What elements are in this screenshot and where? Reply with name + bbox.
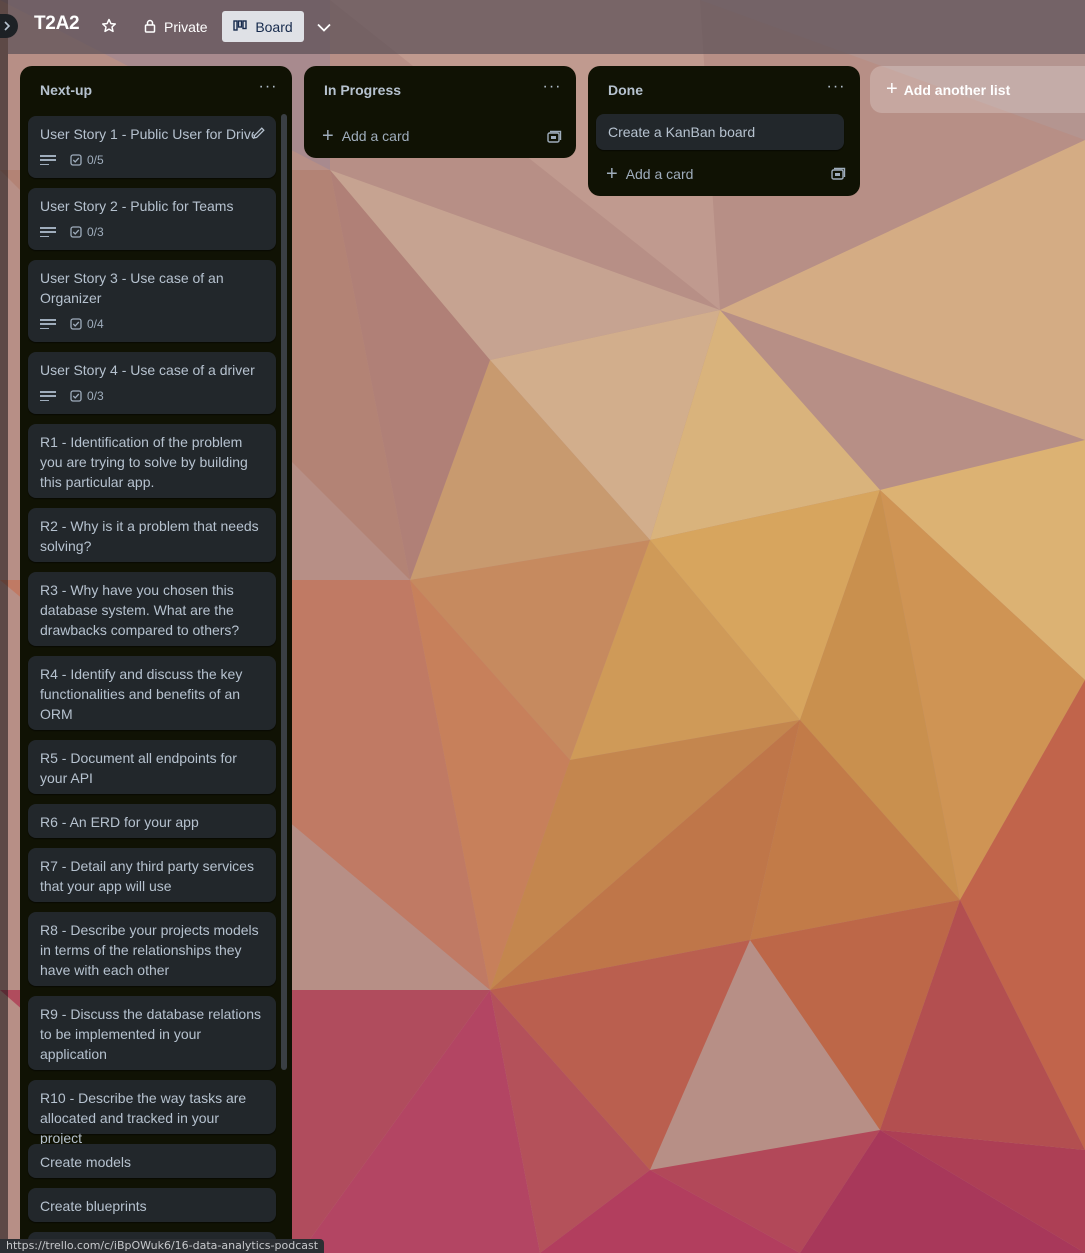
board-header: T2A2 Private Board [8, 0, 1085, 54]
board-view-button[interactable]: Board [222, 11, 304, 42]
add-card-label: Add a card [341, 128, 410, 144]
card[interactable]: User Story 1 - Public User for Drive 0/5 [28, 116, 276, 178]
board-view-label: Board [255, 18, 293, 35]
card-title: R2 - Why is it a problem that needs solv… [40, 518, 259, 554]
list-done: Done ··· Create a KanBan board + Add a c… [588, 66, 860, 196]
card-title: Create models [40, 1154, 132, 1170]
checklist-badge: 0/3 [70, 386, 104, 406]
card[interactable]: R9 - Discuss the database relations to b… [28, 996, 276, 1070]
visibility-button[interactable]: Private [134, 13, 218, 41]
card-badges: 0/4 [40, 314, 264, 334]
card-template-icon[interactable] [546, 129, 562, 145]
card-title: Create a KanBan board [608, 124, 756, 140]
card[interactable]: User Story 4 - Use case of a driver 0/3 [28, 352, 276, 414]
plus-icon: + [606, 163, 618, 185]
card-title: R5 - Document all endpoints for your API [40, 750, 237, 786]
card[interactable]: R6 - An ERD for your app [28, 804, 276, 838]
card-title: R3 - Why have you chosen this database s… [40, 582, 240, 638]
card[interactable]: R2 - Why is it a problem that needs solv… [28, 508, 276, 562]
add-card-button[interactable]: + Add a card [312, 120, 532, 152]
checklist-badge: 0/4 [70, 314, 104, 334]
card[interactable]: R4 - Identify and discuss the key functi… [28, 656, 276, 730]
board-title[interactable]: T2A2 [34, 13, 80, 35]
add-list-label: Add another list [903, 81, 1011, 98]
card-badges: 0/3 [40, 386, 264, 406]
list-title[interactable]: In Progress [324, 82, 401, 98]
card-title: R7 - Detail any third party services tha… [40, 858, 254, 894]
star-icon[interactable] [98, 14, 120, 38]
visibility-label: Private [164, 19, 208, 35]
card[interactable]: R8 - Describe your projects models in te… [28, 912, 276, 986]
description-icon [40, 389, 56, 403]
list-scrollbar[interactable] [281, 114, 287, 1230]
plus-icon: + [322, 125, 334, 147]
description-icon [40, 153, 56, 167]
card-template-icon[interactable] [830, 166, 846, 182]
card[interactable]: R5 - Document all endpoints for your API [28, 740, 276, 794]
add-list-button[interactable]: + Add another list [870, 66, 1085, 113]
card-title: User Story 4 - Use case of a driver [40, 362, 255, 378]
add-card-label: Add a card [625, 166, 694, 182]
status-bar-url: https://trello.com/c/iBpOWuk6/16-data-an… [0, 1239, 325, 1253]
card[interactable]: R1 - Identification of the problem you a… [28, 424, 276, 498]
checklist-count: 0/3 [87, 225, 104, 239]
list-header: Done ··· [588, 66, 860, 112]
card-badges: 0/3 [40, 222, 264, 242]
list-header: In Progress ··· [304, 66, 576, 112]
card-title: User Story 1 - Public User for Drive [40, 126, 254, 142]
checklist-icon [70, 226, 82, 238]
chevron-down-icon[interactable] [311, 13, 337, 41]
card[interactable]: Create models [28, 1144, 276, 1178]
more-icon[interactable]: ··· [826, 79, 846, 100]
checklist-badge: 0/3 [70, 222, 104, 242]
checklist-count: 0/3 [87, 389, 104, 403]
card[interactable]: Create a KanBan board [596, 114, 844, 150]
checklist-count: 0/5 [87, 153, 104, 167]
list-header: Next-up ··· [20, 66, 292, 112]
card[interactable]: R3 - Why have you chosen this database s… [28, 572, 276, 646]
card-title: R8 - Describe your projects models in te… [40, 922, 259, 978]
card-title: R1 - Identification of the problem you a… [40, 434, 248, 490]
card[interactable]: R7 - Detail any third party services tha… [28, 848, 276, 902]
checklist-count: 0/4 [87, 317, 104, 331]
lock-icon [144, 19, 156, 36]
card-title: User Story 3 - Use case of an Organizer [40, 270, 224, 306]
card-title: Create blueprints [40, 1198, 147, 1214]
sidebar-collapsed [0, 0, 8, 1253]
more-icon[interactable]: ··· [542, 79, 562, 100]
edit-icon[interactable] [252, 126, 266, 140]
scrollbar-thumb[interactable] [281, 114, 287, 1070]
checklist-icon [70, 318, 82, 330]
plus-icon: + [886, 78, 898, 100]
list-in-progress: In Progress ··· + Add a card [304, 66, 576, 158]
list-title[interactable]: Done [608, 82, 643, 98]
list-next-up: Next-up ··· User Story 1 - Public User f… [20, 66, 292, 1253]
card-title: R10 - Describe the way tasks are allocat… [40, 1090, 247, 1146]
card[interactable]: Create blueprints [28, 1188, 276, 1222]
card-title: R6 - An ERD for your app [40, 814, 199, 830]
card[interactable]: R10 - Describe the way tasks are allocat… [28, 1080, 276, 1146]
list-title[interactable]: Next-up [40, 82, 92, 98]
checklist-icon [70, 390, 82, 402]
card-title: R4 - Identify and discuss the key functi… [40, 666, 243, 722]
card[interactable]: User Story 2 - Public for Teams 0/3 [28, 188, 276, 250]
card-badges: 0/5 [40, 150, 264, 170]
checklist-icon [70, 154, 82, 166]
description-icon [40, 317, 56, 331]
more-icon[interactable]: ··· [258, 79, 278, 100]
card-title: R9 - Discuss the database relations to b… [40, 1006, 261, 1062]
card-title: User Story 2 - Public for Teams [40, 198, 234, 214]
card[interactable]: User Story 3 - Use case of an Organizer … [28, 260, 276, 342]
board-icon [233, 19, 248, 35]
add-card-button[interactable]: + Add a card [596, 158, 816, 190]
description-icon [40, 225, 56, 239]
checklist-badge: 0/5 [70, 150, 104, 170]
